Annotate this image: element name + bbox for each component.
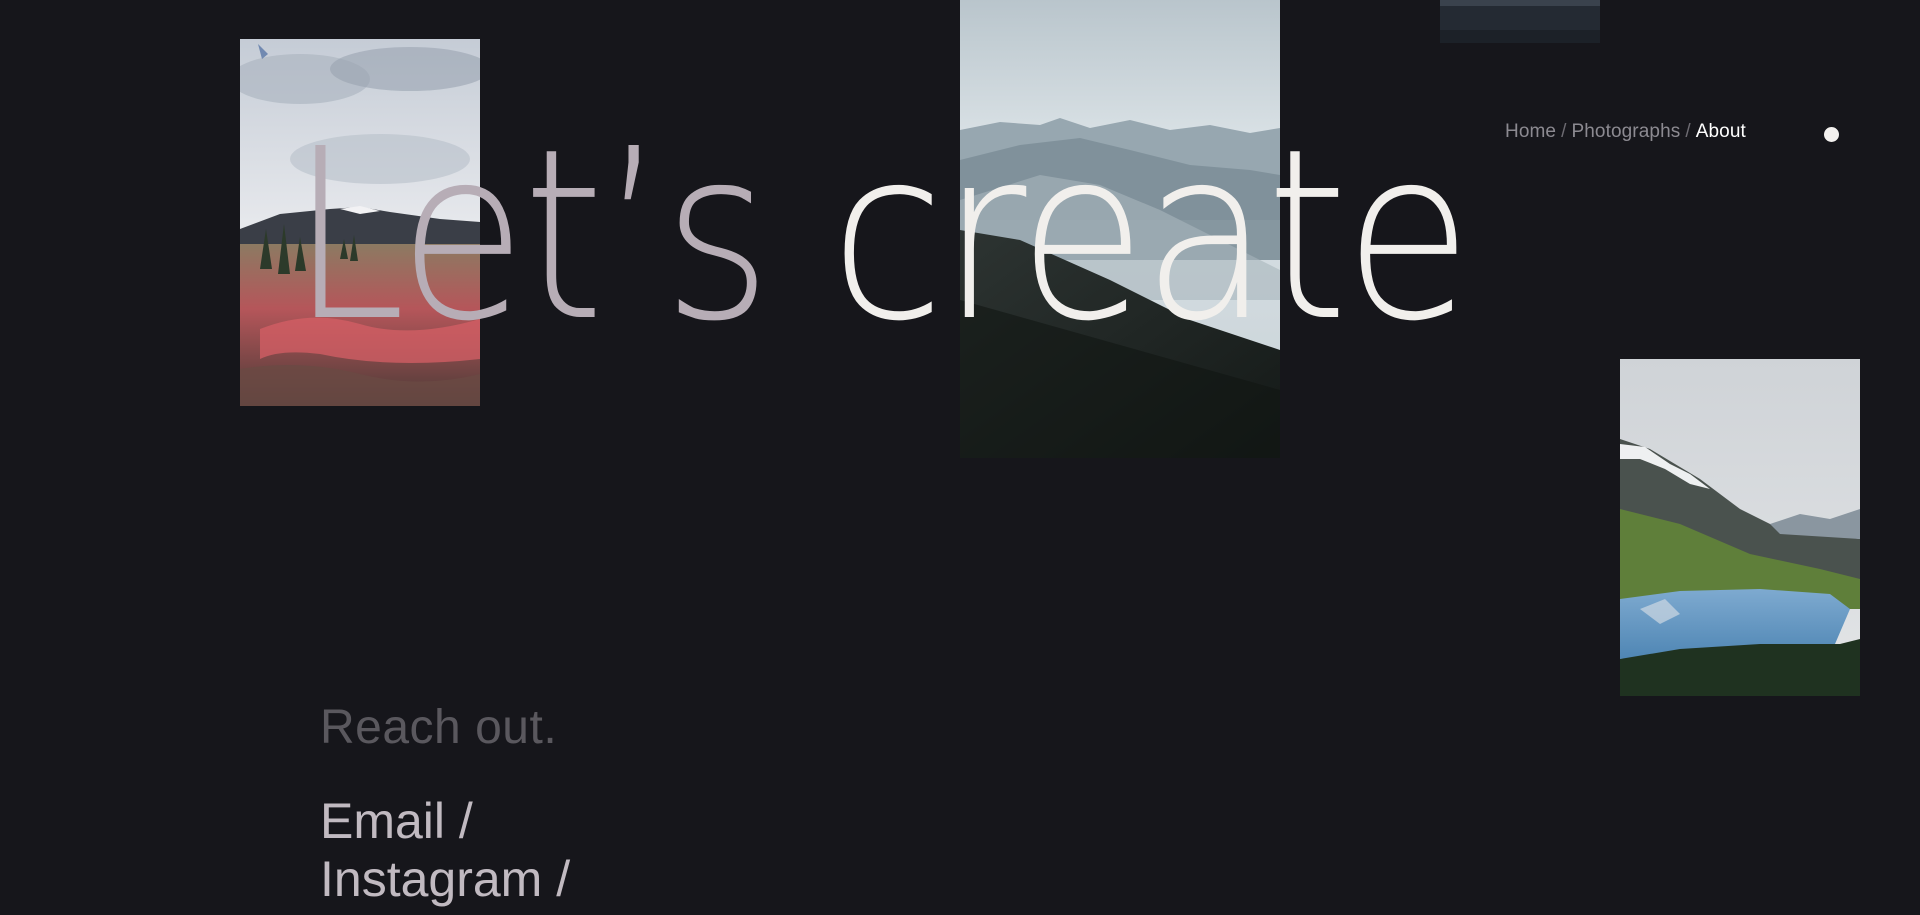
instagram-link[interactable]: Instagram /: [320, 850, 570, 908]
page-headline: Let’s create: [290, 118, 1472, 354]
contact-links: Email / Instagram /: [320, 792, 570, 908]
menu-toggle-icon[interactable]: [1824, 127, 1839, 142]
about-page: Home / Photographs / About Let’s create Reac…: [0, 0, 1920, 915]
contact-heading: Reach out.: [320, 701, 558, 754]
nav-link-photographs[interactable]: Photographs: [1571, 121, 1680, 142]
mountain-lake-photo: [1620, 359, 1860, 696]
nav-link-home[interactable]: Home: [1505, 121, 1556, 142]
water-photo: [1440, 0, 1600, 43]
email-link[interactable]: Email /: [320, 792, 570, 850]
nav-link-about[interactable]: About: [1696, 121, 1746, 142]
headline-word-1: Let’s: [290, 98, 771, 373]
breadcrumb-nav: Home / Photographs / About: [1505, 121, 1746, 143]
nav-separator: /: [1561, 121, 1567, 142]
headline-word-2: create: [830, 98, 1472, 373]
nav-separator: /: [1685, 121, 1691, 142]
